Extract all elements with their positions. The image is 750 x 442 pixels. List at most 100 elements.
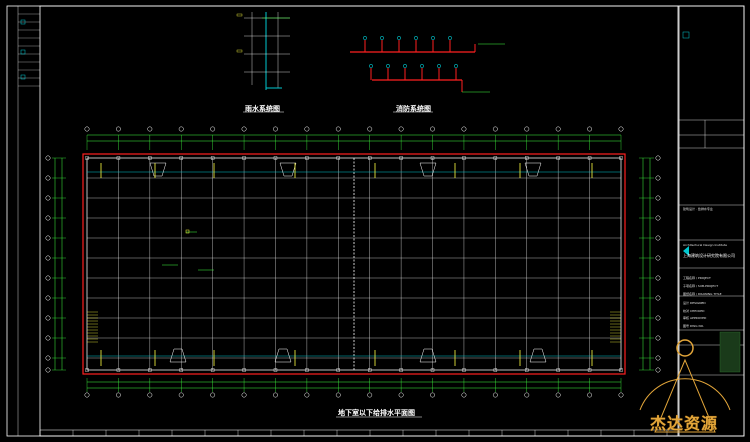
drawing-sheet <box>6 5 745 437</box>
axis-bubble-top <box>304 126 310 132</box>
axis-bubble-top <box>115 126 121 132</box>
axis-bubble-bottom <box>524 392 530 398</box>
axis-bubble-top <box>618 126 624 132</box>
axis-bubble-top <box>241 126 247 132</box>
axis-bubble-right <box>655 315 661 321</box>
axis-bubble-top <box>461 126 467 132</box>
axis-bubble-left <box>45 367 51 373</box>
fire-sprinkler-upper <box>397 36 401 40</box>
inner-border <box>39 5 679 437</box>
tb-line-3: 工程名称 / PROJECT <box>683 276 711 280</box>
tb-line-5: 图纸名称 / DRAWING TITLE <box>683 292 722 296</box>
tb-line-1: 建筑设计 · 给排水专业 <box>683 207 713 211</box>
axis-bubble-top <box>492 126 498 132</box>
axis-bubble-right <box>655 355 661 361</box>
fire-sprinkler-lower <box>403 64 407 68</box>
axis-bubble-left <box>45 155 51 161</box>
axis-bubble-top <box>430 126 435 132</box>
fire-sprinkler-upper <box>431 36 435 40</box>
tb-line-9: 图号 DWG NO. <box>683 324 704 328</box>
logo-ring-icon <box>676 339 694 357</box>
sump-pit-top <box>279 162 297 177</box>
axis-bubble-bottom <box>618 392 624 398</box>
axis-bubble-left <box>45 315 51 321</box>
fire-sprinkler-upper <box>448 36 452 40</box>
approval-stamp <box>719 331 741 373</box>
axis-bubble-left <box>45 295 51 301</box>
logo-arc-icon <box>639 378 731 411</box>
rain-tag <box>236 49 243 53</box>
sump-pit-bottom <box>419 348 437 363</box>
axis-bubble-top <box>524 126 530 132</box>
axis-bubble-right <box>655 175 661 181</box>
sump-pit-bottom <box>529 348 547 363</box>
axis-bubble-bottom <box>430 392 435 398</box>
axis-bubble-right <box>655 295 661 301</box>
fire-sprinkler-lower <box>454 64 458 68</box>
annotation-marker <box>185 229 190 234</box>
fire-sprinkler-upper <box>380 36 384 40</box>
tb-line-2: Architectural Design Institute <box>683 243 727 247</box>
axis-bubble-right <box>655 155 661 161</box>
axis-bubble-right <box>655 235 661 241</box>
axis-bubble-left <box>45 275 51 281</box>
axis-bubble-bottom <box>241 392 247 398</box>
tb-line-8: 审核 APPROVED <box>683 316 707 320</box>
axis-bubble-top <box>555 126 561 132</box>
company-name: 上海建筑设计研究院有限公司 <box>683 253 735 258</box>
axis-bubble-top <box>84 126 90 132</box>
fire-sprinkler-upper <box>363 36 367 40</box>
axis-bubble-right <box>655 275 661 281</box>
floor-plan <box>45 126 661 418</box>
axis-bubble-bottom <box>398 392 404 398</box>
fire-sprinkler-lower <box>420 64 424 68</box>
axis-bubble-left <box>45 195 51 201</box>
left-strip-mark <box>20 74 26 80</box>
rain-tag <box>236 13 243 17</box>
axis-bubble-bottom <box>335 392 341 398</box>
fire-sprinkler-lower <box>386 64 390 68</box>
axis-bubble-top <box>335 126 341 132</box>
axis-bubble-top <box>147 126 153 132</box>
axis-bubble-left <box>45 255 51 261</box>
axis-bubble-top <box>210 126 216 132</box>
title-block <box>678 5 745 437</box>
sump-pit-bottom <box>274 348 292 363</box>
tb-line-7: 校对 CHECKED <box>683 309 705 313</box>
fire-system-title: 消防系统图 <box>396 105 431 113</box>
axis-bubble-top <box>367 126 373 132</box>
axis-bubble-bottom <box>210 392 216 398</box>
axis-bubble-right <box>655 215 661 221</box>
axis-bubble-bottom <box>115 392 121 398</box>
axis-bubble-bottom <box>273 392 278 398</box>
tb-line-6: 设计 DESIGNED <box>683 301 706 305</box>
sump-pit-bottom <box>169 348 187 363</box>
axis-bubble-top <box>398 126 404 132</box>
axis-bubble-bottom <box>492 392 498 398</box>
watermark-text: 杰达资源 <box>650 414 719 433</box>
axis-bubble-top <box>273 126 278 132</box>
axis-bubble-right <box>655 255 661 261</box>
axis-bubble-bottom <box>461 392 467 398</box>
sump-pit-top <box>524 162 542 177</box>
axis-bubble-bottom <box>84 392 90 398</box>
axis-bubble-bottom <box>304 392 310 398</box>
axis-bubble-left <box>45 235 51 241</box>
plan-title: 地下室以下给排水平面图 <box>338 409 415 417</box>
fire-sprinkler-lower <box>437 64 441 68</box>
rain-system-diagram <box>236 12 290 113</box>
axis-bubble-bottom <box>147 392 153 398</box>
axis-bubble-right <box>655 367 661 373</box>
rain-system-title: 雨水系统图 <box>245 105 280 113</box>
compass-mark <box>682 31 690 39</box>
axis-bubble-left <box>45 355 51 361</box>
axis-bubble-right <box>655 335 661 341</box>
axis-bubble-bottom <box>555 392 561 398</box>
axis-bubble-left <box>45 175 51 181</box>
sump-pit-top <box>149 162 167 177</box>
axis-bubble-bottom <box>587 392 593 398</box>
fire-sprinkler-lower <box>369 64 373 68</box>
fire-system-diagram <box>350 36 505 113</box>
axis-bubble-top <box>178 126 184 132</box>
axis-bubble-left <box>45 215 51 221</box>
